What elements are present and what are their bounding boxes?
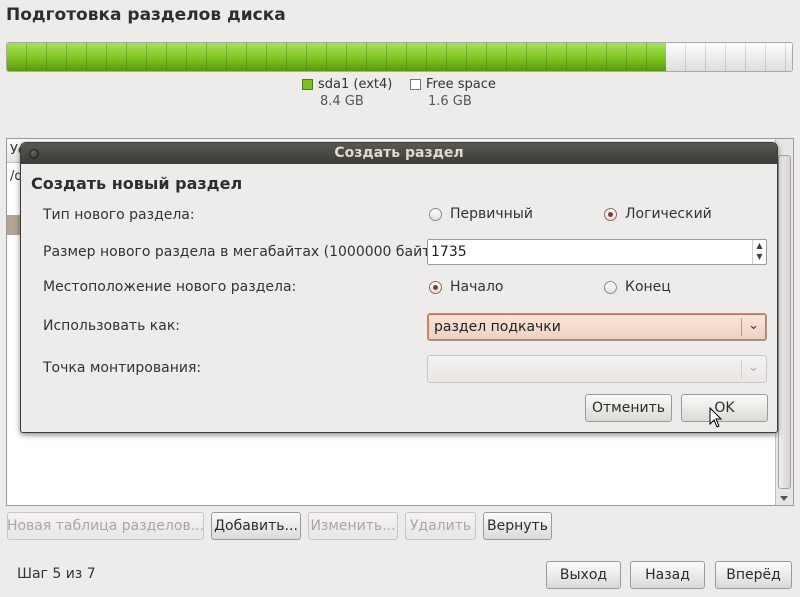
partition-size-input[interactable] xyxy=(431,243,741,261)
legend-size: 8.4 GB xyxy=(320,94,364,109)
add-partition-button[interactable]: Добавить... xyxy=(211,512,301,540)
legend-swatch xyxy=(410,79,421,90)
delete-partition-button[interactable]: Удалить xyxy=(405,512,476,540)
spinner-arrows[interactable]: ▲ ▼ xyxy=(752,240,766,264)
change-partition-button[interactable]: Изменить... xyxy=(308,512,398,540)
radio-start[interactable]: Начало xyxy=(429,279,503,295)
radio-end[interactable]: Конец xyxy=(604,279,671,295)
disk-usage-bar xyxy=(6,42,793,72)
use-as-value: раздел подкачки xyxy=(434,319,561,335)
use-as-dropdown[interactable]: раздел подкачки ⌄ xyxy=(427,313,767,341)
use-as-label: Использовать как: xyxy=(43,318,180,334)
chevron-down-icon[interactable]: ⌄ xyxy=(748,360,759,375)
partition-type-label: Тип нового раздела: xyxy=(43,207,195,223)
legend-size: 1.6 GB xyxy=(428,94,472,109)
quit-button[interactable]: Выход xyxy=(546,561,621,589)
dialog-heading: Создать новый раздел xyxy=(31,174,243,193)
partition-size-spinner[interactable]: ▲ ▼ xyxy=(427,239,767,265)
partition-location-label: Местоположение нового раздела: xyxy=(43,279,297,295)
radio-logical-indicator[interactable] xyxy=(604,207,617,221)
new-partition-table-button[interactable]: Новая таблица разделов... xyxy=(7,512,204,540)
radio-start-indicator[interactable] xyxy=(429,280,442,294)
radio-primary-label: Первичный xyxy=(450,206,533,222)
partition-size-label: Размер нового раздела в мегабайтах (1000… xyxy=(43,244,441,260)
mouse-cursor-icon xyxy=(709,407,723,428)
scroll-down-icon[interactable] xyxy=(780,496,788,501)
legend-swatch xyxy=(302,79,313,90)
radio-logical[interactable]: Логический xyxy=(604,206,712,222)
mount-point-dropdown[interactable]: ⌄ xyxy=(427,355,767,383)
dropdown-separator xyxy=(741,318,742,336)
radio-primary-indicator[interactable] xyxy=(429,207,442,221)
disk-used-segment xyxy=(7,43,667,71)
scrollbar-thumb[interactable] xyxy=(778,155,791,489)
radio-primary[interactable]: Первичный xyxy=(429,206,533,222)
legend-name: sda1 (ext4) xyxy=(318,77,393,92)
dropdown-separator xyxy=(741,360,742,378)
page-title: Подготовка разделов диска xyxy=(6,5,286,25)
cancel-button[interactable]: Отменить xyxy=(585,394,672,422)
dialog-titlebar[interactable]: Создать раздел xyxy=(21,143,777,164)
radio-end-indicator[interactable] xyxy=(604,280,617,294)
mount-point-label: Точка монтирования: xyxy=(43,360,202,376)
radio-end-label: Конец xyxy=(625,279,671,295)
disk-free-segment xyxy=(666,43,792,71)
back-button[interactable]: Назад xyxy=(630,561,705,589)
chevron-down-icon[interactable]: ⌄ xyxy=(748,318,759,333)
forward-button[interactable]: Вперёд xyxy=(715,561,792,589)
revert-button[interactable]: Вернуть xyxy=(483,512,552,540)
step-indicator: Шаг 5 из 7 xyxy=(17,566,96,582)
radio-logical-label: Логический xyxy=(625,206,712,222)
spin-up-icon[interactable]: ▲ xyxy=(753,240,766,251)
dialog-title: Создать раздел xyxy=(334,145,464,161)
create-partition-dialog: Создать раздел Создать новый раздел Тип … xyxy=(20,142,778,433)
radio-start-label: Начало xyxy=(450,279,504,295)
ok-button[interactable]: OK xyxy=(681,394,768,422)
spin-down-icon[interactable]: ▼ xyxy=(753,251,766,262)
legend-name: Free space xyxy=(426,77,496,92)
